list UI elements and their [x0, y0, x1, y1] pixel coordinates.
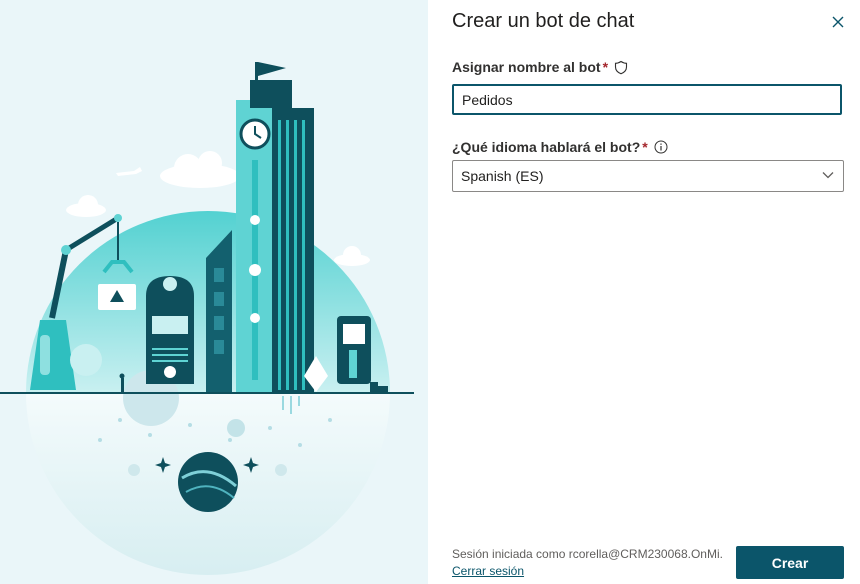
- bot-name-label-text: Asignar nombre al bot: [452, 59, 601, 75]
- bot-city-illustration: [0, 62, 414, 575]
- language-dropdown[interactable]: Spanish (ES): [452, 160, 844, 192]
- required-marker: *: [602, 59, 609, 75]
- required-marker: *: [642, 139, 648, 155]
- sign-out-link[interactable]: Cerrar sesión: [452, 564, 524, 578]
- language-label: ¿Qué idioma hablará el bot? *: [452, 139, 668, 155]
- close-button[interactable]: [830, 14, 846, 30]
- language-selected-value: Spanish (ES): [461, 168, 544, 184]
- illustration-panel: [0, 0, 428, 584]
- shield-icon: [614, 60, 628, 75]
- info-icon[interactable]: [654, 140, 668, 154]
- language-label-text: ¿Qué idioma hablará el bot?: [452, 139, 641, 155]
- bot-name-label: Asignar nombre al bot *: [452, 59, 628, 75]
- bot-name-input[interactable]: [452, 84, 842, 115]
- chevron-down-icon: [821, 168, 835, 185]
- create-bot-panel: Crear un bot de chat Asignar nombre al b…: [428, 0, 860, 584]
- dialog-title: Crear un bot de chat: [452, 10, 635, 32]
- signed-in-text: Sesión iniciada como rcorella@CRM230068.…: [452, 547, 722, 561]
- create-button[interactable]: Crear: [736, 546, 844, 579]
- close-icon: [832, 16, 844, 28]
